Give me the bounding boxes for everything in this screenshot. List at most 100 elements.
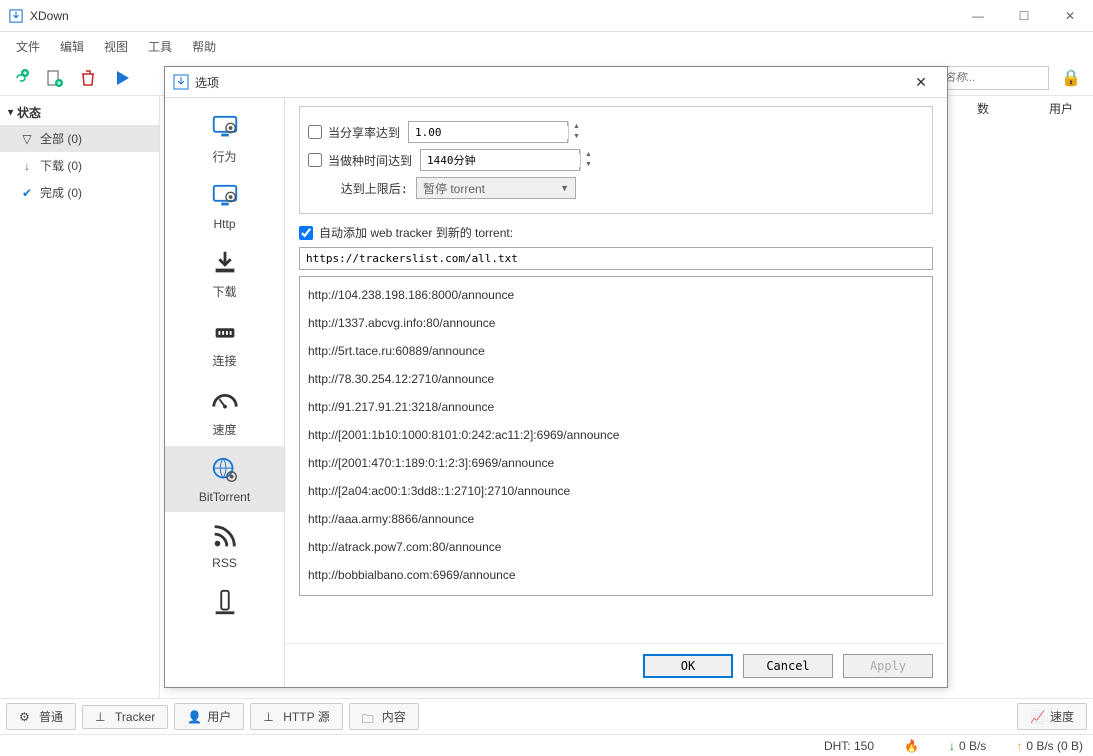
tab-peers[interactable]: 👤用户 (174, 703, 244, 730)
sidebar: 状态 ▽全部 (0) ↓ 下载 (0) ✔ 完成 (0) (0, 96, 160, 698)
add-link-button[interactable] (6, 64, 34, 92)
dialog-title: 选项 (195, 74, 219, 91)
tracker-line[interactable]: http://atrack.pow7.com:80/announce (304, 533, 928, 561)
app-icon (173, 74, 189, 90)
titlebar: XDown — ☐ ✕ (0, 0, 1093, 32)
start-button[interactable] (108, 64, 136, 92)
tracker-line[interactable]: http://104.238.198.186:8000/announce (304, 281, 928, 309)
monitor-gear-icon (209, 181, 241, 213)
tab-speed[interactable]: 📈速度 (1017, 703, 1087, 730)
tracker-line[interactable]: http://[2001:470:1:189:0:1:2:3]:6969/ann… (304, 449, 928, 477)
tracker-line[interactable]: http://[2a04:ac00:1:3dd8::1:2710]:2710/a… (304, 477, 928, 505)
tracker-list[interactable]: http://104.238.198.186:8000/announcehttp… (299, 276, 933, 596)
window-title: XDown (30, 9, 955, 23)
download-speed: ↓0 B/s (949, 739, 986, 753)
spin-down-icon[interactable]: ▼ (569, 132, 584, 142)
column-header-count[interactable]: 数 (977, 100, 989, 117)
folder-icon: 🗀 (362, 710, 376, 724)
apply-button[interactable]: Apply (843, 654, 933, 678)
tracker-url-input[interactable] (299, 247, 933, 270)
bottom-tabs: ⚙普通 ⊥Tracker 👤用户 ⊥HTTP 源 🗀内容 📈速度 (0, 698, 1093, 734)
auto-tracker-checkbox[interactable]: 自动添加 web tracker 到新的 torrent: (299, 224, 513, 241)
spin-down-icon[interactable]: ▼ (581, 160, 596, 170)
tracker-line[interactable]: http://aaa.army:8866/announce (304, 505, 928, 533)
lock-icon: 🔒 (1061, 68, 1081, 88)
share-ratio-spinbox[interactable]: ▲▼ (408, 121, 568, 143)
user-icon: 👤 (187, 710, 201, 724)
menu-help[interactable]: 帮助 (182, 34, 226, 59)
close-button[interactable]: ✕ (1047, 0, 1093, 32)
spin-up-icon[interactable]: ▲ (569, 122, 584, 132)
dialog-content-scroll[interactable]: 当分享率达到 ▲▼ 当做种时间达到 ▲▼ 达到上限后: 暂停 torrent▼ … (285, 98, 947, 643)
tracker-line[interactable]: http://5rt.tace.ru:60889/announce (304, 337, 928, 365)
dialog-titlebar: 选项 ✕ (165, 67, 947, 97)
upload-speed: ↑0 B/s (0 B) (1016, 739, 1083, 753)
tracker-line[interactable]: http://bt.3kb.xyz:80/announce (304, 589, 928, 596)
options-dialog: 选项 ✕ 行为 Http 下载 连接 速度 BitTorrent RSS 当分享… (164, 66, 948, 688)
seed-time-checkbox[interactable]: 当做种时间达到 (308, 152, 412, 169)
tracker-line[interactable]: http://91.217.91.21:3218/announce (304, 393, 928, 421)
tracker-icon: ⊥ (95, 710, 109, 724)
tab-content[interactable]: 🗀内容 (349, 703, 419, 730)
menu-file[interactable]: 文件 (6, 34, 50, 59)
menu-tools[interactable]: 工具 (138, 34, 182, 59)
tab-tracker[interactable]: ⊥Tracker (82, 705, 168, 729)
nav-speed[interactable]: 速度 (165, 377, 284, 446)
sidebar-item-label: 完成 (0) (40, 184, 82, 201)
up-arrow-icon: ↑ (1016, 739, 1022, 753)
maximize-button[interactable]: ☐ (1001, 0, 1047, 32)
tracker-line[interactable]: http://bobbialbano.com:6969/announce (304, 561, 928, 589)
column-header-user[interactable]: 用户 (1049, 100, 1073, 117)
spin-up-icon[interactable]: ▲ (581, 150, 596, 160)
gauge-icon (209, 385, 241, 417)
dialog-nav[interactable]: 行为 Http 下载 连接 速度 BitTorrent RSS (165, 98, 285, 687)
nav-http[interactable]: Http (165, 173, 284, 239)
cancel-button[interactable]: Cancel (743, 654, 833, 678)
nav-rss[interactable]: RSS (165, 512, 284, 578)
ok-button[interactable]: OK (643, 654, 733, 678)
delete-button[interactable] (74, 64, 102, 92)
tab-http-sources[interactable]: ⊥HTTP 源 (250, 703, 342, 730)
download-icon (209, 247, 241, 279)
http-icon: ⊥ (263, 710, 277, 724)
network-icon (209, 316, 241, 348)
sidebar-item-downloading[interactable]: ↓ 下载 (0) (0, 152, 159, 179)
tracker-line[interactable]: http://1337.abcvg.info:80/announce (304, 309, 928, 337)
dht-status: DHT: 150 (824, 739, 874, 753)
tab-general[interactable]: ⚙普通 (6, 703, 76, 730)
rss-icon (209, 520, 241, 552)
menu-view[interactable]: 视图 (94, 34, 138, 59)
check-icon: ✔ (20, 186, 34, 200)
action-label: 达到上限后: (308, 180, 408, 197)
webui-icon (209, 586, 241, 618)
action-select[interactable]: 暂停 torrent▼ (416, 177, 576, 199)
sidebar-header[interactable]: 状态 (0, 100, 159, 125)
nav-webui[interactable] (165, 578, 284, 630)
sidebar-item-all[interactable]: ▽全部 (0) (0, 125, 159, 152)
add-file-button[interactable] (40, 64, 68, 92)
tracker-line[interactable]: http://78.30.254.12:2710/announce (304, 365, 928, 393)
chevron-down-icon: ▼ (560, 183, 569, 193)
menu-edit[interactable]: 编辑 (50, 34, 94, 59)
nav-connection[interactable]: 连接 (165, 308, 284, 377)
statusbar: DHT: 150 🔥 ↓0 B/s ↑0 B/s (0 B) (0, 734, 1093, 756)
filter-icon: ▽ (20, 132, 34, 146)
minimize-button[interactable]: — (955, 0, 1001, 32)
dialog-close-button[interactable]: ✕ (903, 67, 939, 97)
nav-bittorrent[interactable]: BitTorrent (165, 446, 284, 512)
app-icon (8, 8, 24, 24)
nav-download[interactable]: 下载 (165, 239, 284, 308)
seed-time-spinbox[interactable]: ▲▼ (420, 149, 580, 171)
gear-icon: ⚙ (19, 710, 33, 724)
seed-limit-group: 当分享率达到 ▲▼ 当做种时间达到 ▲▼ 达到上限后: 暂停 torrent▼ (299, 106, 933, 214)
chart-icon: 📈 (1030, 710, 1044, 724)
menubar: 文件 编辑 视图 工具 帮助 (0, 32, 1093, 60)
fire-icon: 🔥 (904, 739, 919, 753)
download-icon: ↓ (20, 159, 34, 173)
tracker-line[interactable]: http://[2001:1b10:1000:8101:0:242:ac11:2… (304, 421, 928, 449)
share-ratio-checkbox[interactable]: 当分享率达到 (308, 124, 400, 141)
sidebar-item-label: 下载 (0) (40, 157, 82, 174)
nav-behavior[interactable]: 行为 (165, 104, 284, 173)
sidebar-item-completed[interactable]: ✔ 完成 (0) (0, 179, 159, 206)
dialog-button-bar: OK Cancel Apply (285, 643, 947, 687)
